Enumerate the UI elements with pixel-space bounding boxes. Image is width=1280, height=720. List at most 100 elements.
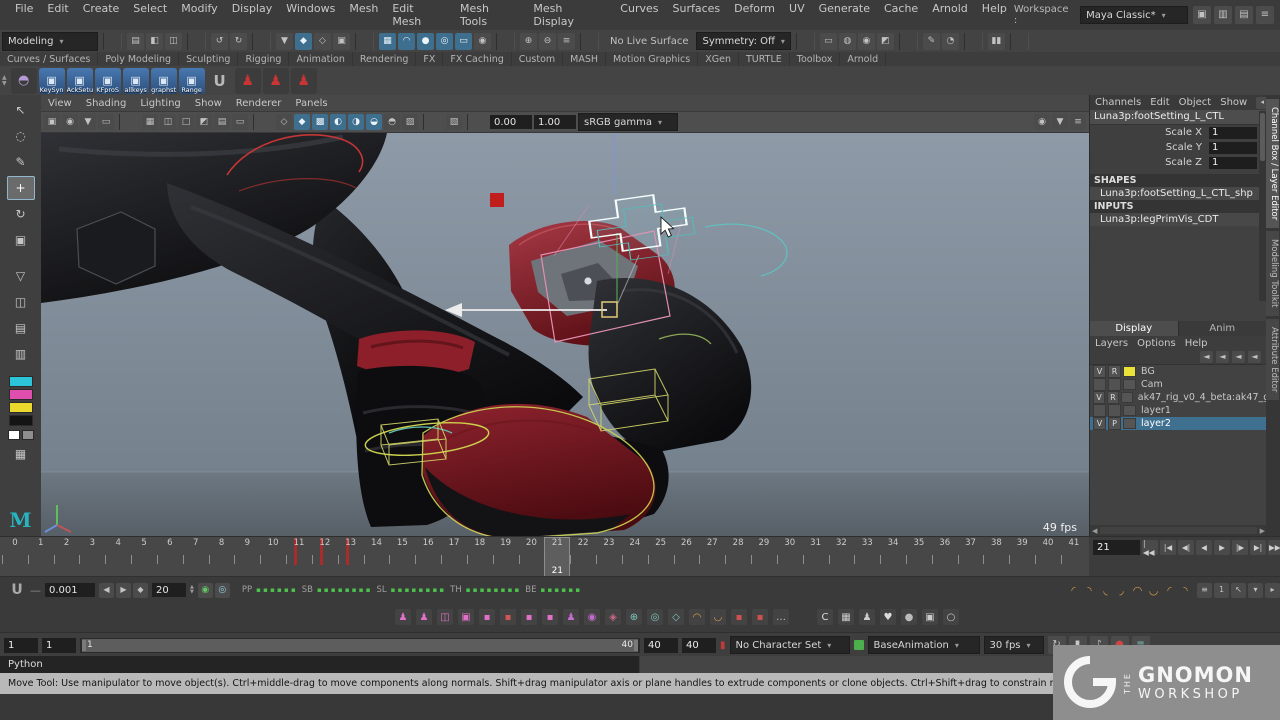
table-icon[interactable]: ▦: [838, 609, 854, 625]
character-picker-icon[interactable]: ♟: [235, 68, 261, 94]
char-set-icon[interactable]: C: [817, 609, 833, 625]
isolate-select-icon[interactable]: ▧: [446, 114, 462, 130]
channel-row[interactable]: Scale Y 1: [1090, 140, 1267, 155]
timeline-frame[interactable]: 17: [441, 537, 467, 577]
box-icon[interactable]: ▣: [922, 609, 938, 625]
layer-row[interactable]: layer1: [1090, 404, 1267, 417]
layer-type-toggle[interactable]: P: [1108, 417, 1121, 430]
timeline-frame[interactable]: 9: [234, 537, 260, 577]
divider[interactable]: [119, 114, 137, 130]
select-hierarchy-icon[interactable]: ▼: [276, 33, 293, 50]
workspace-selector[interactable]: Maya Classic*: [1080, 6, 1188, 24]
timeline-frame[interactable]: 15: [389, 537, 415, 577]
command-input[interactable]: [51, 656, 640, 673]
render-settings-icon[interactable]: ◩: [877, 33, 894, 50]
divider[interactable]: [187, 33, 206, 50]
grid-toggle-icon[interactable]: ▦: [142, 114, 158, 130]
textured-icon[interactable]: ▩: [312, 114, 328, 130]
menu-item[interactable]: Mesh: [342, 0, 385, 31]
timeline-frame[interactable]: 19: [493, 537, 519, 577]
divider[interactable]: [423, 114, 441, 130]
time-slider[interactable]: 0 1 2 3 4 5: [0, 536, 1089, 577]
playback-end-field[interactable]: 40: [644, 638, 678, 653]
shelf-tab[interactable]: Arnold: [840, 52, 886, 66]
timeline-frame[interactable]: 29: [751, 537, 777, 577]
timeline-frame[interactable]: 16: [415, 537, 441, 577]
select-set-icon[interactable]: ▪: [542, 609, 558, 625]
scale-tool[interactable]: ▣: [7, 228, 35, 252]
timeline-frame[interactable]: 3: [79, 537, 105, 577]
select-tool[interactable]: ↖: [7, 98, 35, 122]
divider[interactable]: [253, 114, 271, 130]
divider[interactable]: [252, 33, 271, 50]
layer-editor-menu[interactable]: Options: [1137, 338, 1176, 349]
layer-name[interactable]: ak47_rig_v0_4_beta:ak47_geo: [1135, 392, 1267, 403]
shape-node-name[interactable]: Luna3p:footSetting_L_CTL_shp: [1090, 187, 1267, 200]
save-scene-icon[interactable]: ◫: [165, 33, 182, 50]
snap-curve-icon[interactable]: ◠: [398, 33, 415, 50]
render-view-icon[interactable]: ▭: [820, 33, 837, 50]
shelf-tab[interactable]: Motion Graphics: [606, 52, 698, 66]
custom-tool-icon[interactable]: ▥: [7, 342, 35, 366]
divider[interactable]: [580, 33, 599, 50]
bookmark-keys[interactable]: ▪ ▪ ▪ ▪ ▪ ▪: [540, 586, 580, 594]
color-swatch[interactable]: [8, 430, 20, 440]
timeline-frame[interactable]: 23: [596, 537, 622, 577]
layer-editor-menu[interactable]: Help: [1185, 338, 1208, 349]
layer-visibility-toggle[interactable]: [1093, 404, 1106, 417]
timeline-frame[interactable]: 20: [519, 537, 545, 577]
channel-box-menu[interactable]: Show: [1220, 97, 1247, 108]
ik-fk-switch-icon[interactable]: ◈: [605, 609, 621, 625]
ease-curve-icon[interactable]: ◜: [1066, 584, 1081, 597]
pose-library-icon[interactable]: ♟: [563, 609, 579, 625]
layer-editor-tab[interactable]: Anim: [1179, 321, 1268, 336]
layer-color-swatch[interactable]: [1123, 379, 1136, 390]
divider[interactable]: [103, 33, 122, 50]
select-set-icon[interactable]: ▪: [521, 609, 537, 625]
open-scene-icon[interactable]: ◧: [146, 33, 163, 50]
color-swatch[interactable]: [9, 402, 33, 413]
shelf-button[interactable]: ▣ graphst: [151, 68, 177, 94]
timeline-frame[interactable]: 4: [105, 537, 131, 577]
timeline-frame[interactable]: 41: [1061, 537, 1087, 577]
timeline-frame[interactable]: 30: [777, 537, 803, 577]
ease-curve-icon[interactable]: ◝: [1178, 584, 1193, 597]
shelf-tab[interactable]: Toolbox: [790, 52, 841, 66]
pose-icon[interactable]: ♟: [395, 609, 411, 625]
ease-curve-icon[interactable]: ◟: [1098, 584, 1113, 597]
go-to-start-button[interactable]: |◀◀: [1142, 540, 1158, 555]
anim-start-field[interactable]: 1: [4, 638, 38, 653]
go-to-end-button[interactable]: ▶▶|: [1268, 540, 1280, 555]
symmetry-selector[interactable]: Symmetry: Off: [696, 32, 790, 50]
panel-menu[interactable]: Lighting: [133, 98, 187, 109]
timeline-frame[interactable]: 14: [364, 537, 390, 577]
space-switch-icon[interactable]: ⊕: [626, 609, 642, 625]
bookmark-group[interactable]: TH ▪ ▪ ▪ ▪ ▪ ▪ ▪ ▪: [450, 585, 519, 595]
channel-box-menu[interactable]: Channels: [1095, 97, 1141, 108]
custom-tool-icon[interactable]: ▽: [7, 264, 35, 288]
select-set-icon[interactable]: ▪: [479, 609, 495, 625]
menu-item[interactable]: Mesh Tools: [453, 0, 526, 31]
prev-frame-button[interactable]: ◀|: [1178, 540, 1194, 555]
prev-key-button[interactable]: |◀: [1160, 540, 1176, 555]
animbot-logo-icon[interactable]: U: [8, 582, 26, 598]
anim-end-field[interactable]: 40: [682, 638, 716, 653]
custom-tool-icon[interactable]: ▤: [7, 316, 35, 340]
timeline-frame[interactable]: 21: [544, 537, 570, 577]
shelf-tab[interactable]: Curves / Surfaces: [0, 52, 98, 66]
snap-grid-icon[interactable]: ▦: [379, 33, 396, 50]
ease-curve-icon[interactable]: ◝: [1082, 584, 1097, 597]
panel-menu-icon[interactable]: ≡: [1070, 114, 1086, 130]
arc-tracker-icon[interactable]: ◠: [689, 609, 705, 625]
divider[interactable]: [899, 33, 918, 50]
more-icon[interactable]: …: [773, 609, 789, 625]
pause-icon[interactable]: ▮▮: [988, 33, 1005, 50]
menu-item[interactable]: Arnold: [925, 0, 975, 31]
ease-curve-icon[interactable]: ◡: [1146, 584, 1161, 597]
timeline-frame[interactable]: 22: [570, 537, 596, 577]
menu-item[interactable]: Select: [126, 0, 174, 31]
layer-editor-menu[interactable]: Layers: [1095, 338, 1128, 349]
timeline-frame[interactable]: 39: [1009, 537, 1035, 577]
panel-menu[interactable]: Renderer: [229, 98, 289, 109]
menu-item[interactable]: Generate: [812, 0, 877, 31]
